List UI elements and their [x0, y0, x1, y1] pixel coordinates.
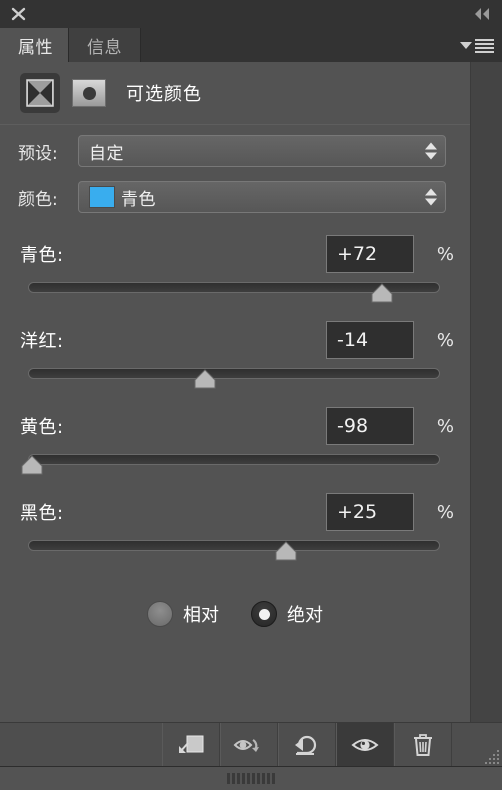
color-label: 颜色:: [18, 189, 58, 210]
black-value-field[interactable]: +25: [326, 493, 414, 531]
resize-grip-icon[interactable]: [227, 773, 275, 784]
color-row: 颜色: 青色: [0, 178, 470, 216]
eye-visibility-icon[interactable]: [336, 722, 394, 767]
cyan-slider-handle[interactable]: [371, 283, 393, 303]
panel-body: 可选颜色 预设: 自定 颜色: 青色 青色: +72 % 洋红: -14 % 黄…: [0, 62, 470, 722]
color-value: 青色: [121, 189, 156, 210]
slider-group-yellow: 黄色: -98 %: [0, 402, 470, 488]
radio-relative[interactable]: 相对: [147, 601, 219, 627]
magenta-slider[interactable]: [28, 366, 440, 396]
adjustment-title: 可选颜色: [126, 84, 202, 105]
black-unit: %: [436, 501, 454, 523]
radio-absolute-label: 绝对: [287, 605, 323, 626]
panel-resize-bar[interactable]: [0, 766, 502, 790]
cyan-slider[interactable]: [28, 280, 440, 310]
color-stepper-icon[interactable]: [425, 188, 437, 206]
collapse-double-chevron-left-icon[interactable]: [470, 5, 494, 23]
chevron-down-icon: [460, 42, 472, 49]
preset-stepper-icon[interactable]: [425, 142, 437, 160]
adjustment-header: 可选颜色: [0, 62, 470, 124]
yellow-slider-handle[interactable]: [21, 455, 43, 475]
slider-group-magenta: 洋红: -14 %: [0, 316, 470, 402]
window-titlebar: [0, 0, 502, 28]
method-radio-group: 相对 绝对: [0, 594, 470, 634]
yellow-slider[interactable]: [21, 452, 440, 482]
color-dropdown[interactable]: 青色: [78, 181, 446, 213]
cyan-unit: %: [436, 243, 454, 265]
magenta-slider-rail: [28, 368, 440, 379]
slider-group-black: 黑色: +25 %: [0, 488, 470, 574]
black-label: 黑色:: [20, 503, 64, 524]
black-slider[interactable]: [28, 538, 440, 568]
vertical-scrollbar[interactable]: [470, 62, 502, 722]
tab-properties-label: 属性: [18, 37, 53, 58]
toggle-layer-visibility-icon[interactable]: [220, 722, 278, 767]
layer-mask-thumbnail-icon[interactable]: [72, 79, 106, 107]
preset-value: 自定: [89, 143, 124, 164]
magenta-value-field[interactable]: -14: [326, 321, 414, 359]
magenta-unit: %: [436, 329, 454, 351]
black-slider-rail: [28, 540, 440, 551]
radio-relative-dot[interactable]: [147, 601, 173, 627]
panel-menu-hamburger-icon[interactable]: [460, 36, 496, 55]
magenta-slider-handle[interactable]: [194, 369, 216, 389]
close-icon[interactable]: [8, 4, 30, 24]
clip-to-layer-icon[interactable]: [162, 722, 220, 767]
cyan-value-field[interactable]: +72: [326, 235, 414, 273]
preset-label: 预设:: [18, 143, 58, 164]
tab-bar: 属性 信息: [0, 28, 502, 62]
radio-absolute-dot[interactable]: [251, 601, 277, 627]
yellow-label: 黄色:: [20, 417, 64, 438]
magenta-label: 洋红:: [20, 331, 64, 352]
color-swatch: [89, 186, 115, 208]
tab-info[interactable]: 信息: [68, 28, 141, 62]
cyan-label: 青色:: [20, 245, 64, 266]
yellow-slider-rail: [28, 454, 440, 465]
delete-trash-icon[interactable]: [394, 722, 452, 767]
yellow-unit: %: [436, 415, 454, 437]
divider: [0, 124, 470, 125]
tab-properties[interactable]: 属性: [0, 28, 72, 62]
preset-row: 预设: 自定: [0, 132, 470, 170]
yellow-value-field[interactable]: -98: [326, 407, 414, 445]
tab-info-label: 信息: [87, 37, 122, 58]
hamburger-lines-icon: [475, 38, 494, 53]
radio-relative-label: 相对: [183, 605, 219, 626]
black-slider-handle[interactable]: [275, 541, 297, 561]
selective-color-adjustment-icon[interactable]: [20, 73, 60, 113]
slider-group-cyan: 青色: +72 %: [0, 230, 470, 316]
properties-panel: 属性 信息 可选颜色 预设: 自定 颜色: 青色 青色: +72 % 洋红: -…: [0, 0, 502, 790]
reset-adjustment-icon[interactable]: [278, 722, 336, 767]
radio-absolute[interactable]: 绝对: [251, 601, 323, 627]
preset-dropdown[interactable]: 自定: [78, 135, 446, 167]
resize-corner-grip-icon[interactable]: [484, 749, 500, 765]
panel-footer-toolbar: [0, 722, 502, 767]
